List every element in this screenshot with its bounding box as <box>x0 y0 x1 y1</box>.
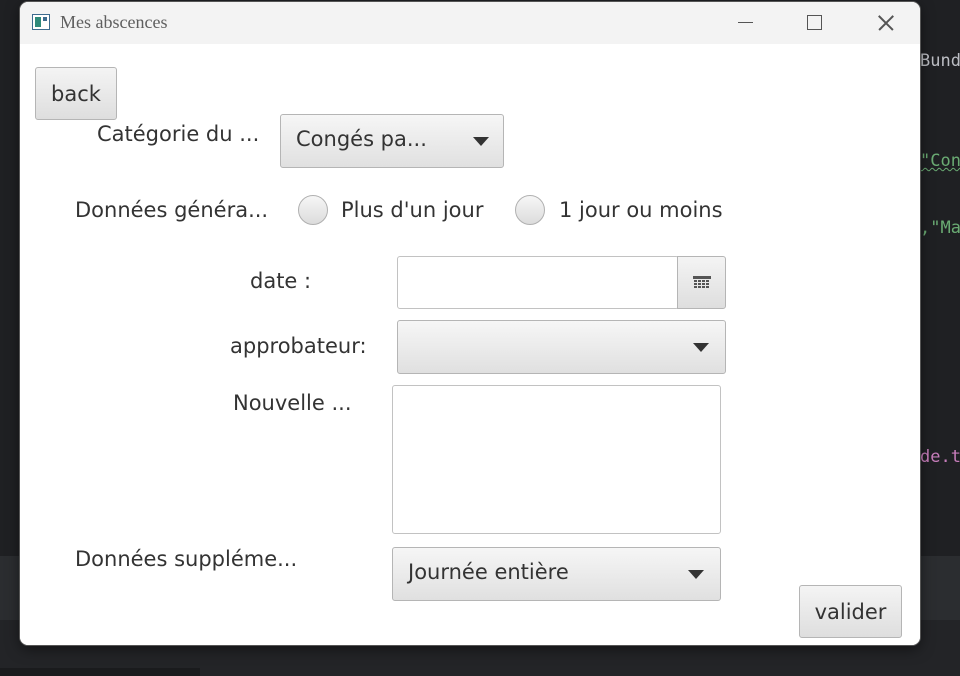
approver-label: approbateur: <box>230 334 367 358</box>
duration-select[interactable]: Journée entière <box>392 547 721 601</box>
new-textarea[interactable] <box>392 385 721 534</box>
duration-value: Journée entière <box>408 560 569 584</box>
date-picker-button[interactable] <box>677 256 726 309</box>
category-label: Catégorie du ... <box>97 122 260 146</box>
category-select[interactable]: Congés pa... <box>280 114 504 168</box>
submit-button[interactable]: valider <box>799 585 902 638</box>
background-taskbar <box>0 668 200 676</box>
extra-data-label: Données suppléme... <box>75 547 298 571</box>
close-icon[interactable] <box>863 2 909 44</box>
radio-multi-day-label: Plus d'un jour <box>341 198 484 222</box>
radio-multi-day[interactable] <box>298 195 328 225</box>
date-input[interactable] <box>397 256 679 309</box>
minimize-icon[interactable] <box>722 2 768 44</box>
back-button[interactable]: back <box>35 67 117 120</box>
maximize-icon[interactable] <box>791 2 837 44</box>
code-fragment: "Con <box>920 151 960 171</box>
radio-single-day-label: 1 jour ou moins <box>559 198 723 222</box>
code-fragment: ,"Ma <box>920 218 960 238</box>
chevron-down-icon <box>688 570 704 579</box>
new-label: Nouvelle ... <box>233 391 352 415</box>
date-label: date : <box>250 269 312 293</box>
code-fragment: Bund <box>920 51 960 71</box>
category-value: Congés pa... <box>296 127 427 151</box>
form-content: back Catégorie du ... Congés pa... Donné… <box>20 44 920 645</box>
general-data-label: Données généra... <box>75 198 269 222</box>
calendar-icon <box>693 276 711 288</box>
app-icon <box>32 14 50 30</box>
window-title: Mes abscences <box>60 12 168 32</box>
chevron-down-icon <box>473 137 489 146</box>
code-fragment: de.t <box>920 447 960 467</box>
chevron-down-icon <box>693 343 709 352</box>
title-bar[interactable]: Mes abscences <box>20 2 920 44</box>
approver-select[interactable] <box>397 320 726 374</box>
radio-single-day[interactable] <box>515 195 545 225</box>
app-window: Mes abscences back Catégorie du ... Cong… <box>20 2 920 645</box>
